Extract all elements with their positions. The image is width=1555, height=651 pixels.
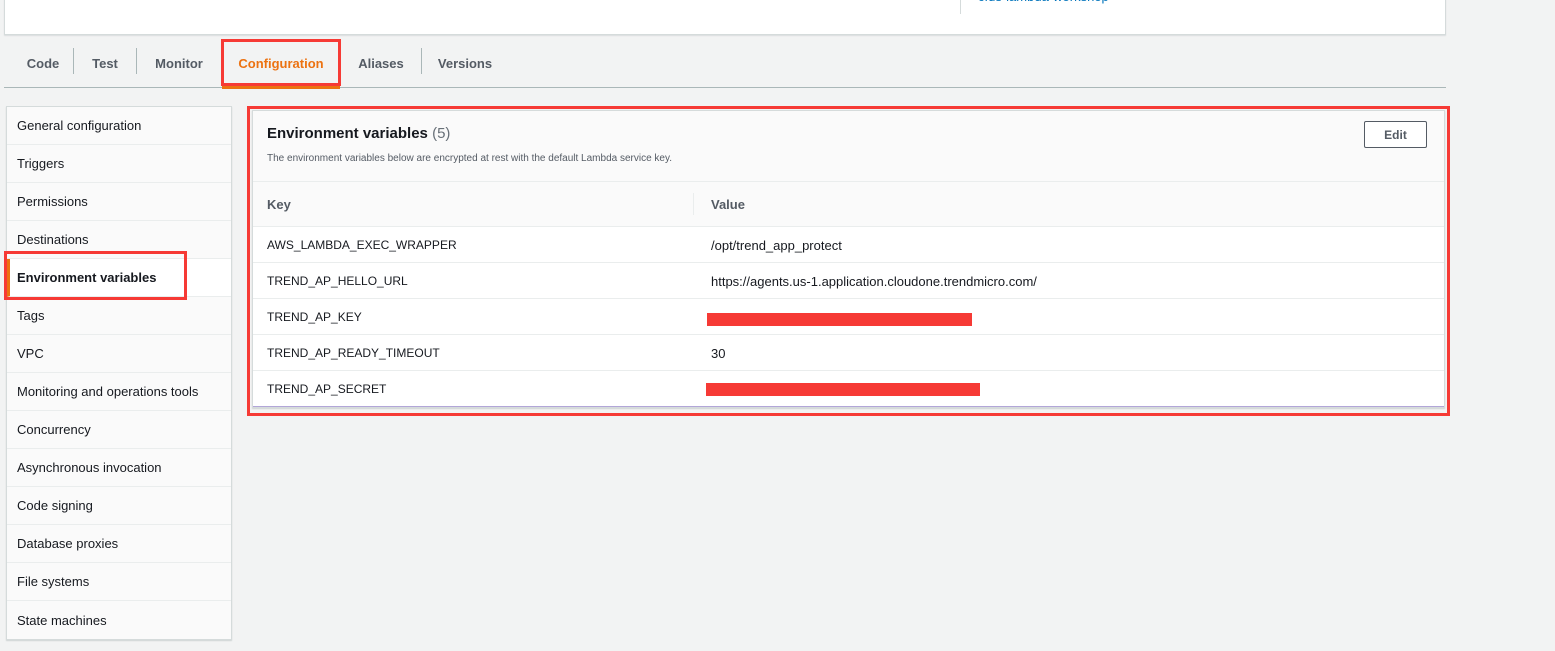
table-row: TREND_AP_KEY [253, 299, 1444, 335]
redaction-bar [706, 382, 980, 396]
sidebar-item-tags[interactable]: Tags [7, 297, 231, 335]
configuration-sidebar: General configuration Triggers Permissio… [6, 106, 232, 640]
panel-description: The environment variables below are encr… [267, 153, 673, 164]
panel-title: Environment variables (5) [267, 125, 450, 142]
table-row: AWS_LAMBDA_EXEC_WRAPPER /opt/trend_app_p… [253, 227, 1444, 263]
sidebar-item-environment-variables[interactable]: Environment variables [7, 259, 231, 297]
sidebar-item-vpc[interactable]: VPC [7, 335, 231, 373]
env-value: 30 [711, 345, 726, 361]
env-key: TREND_AP_KEY [267, 310, 362, 324]
sidebar-item-asynchronous-invocation[interactable]: Asynchronous invocation [7, 449, 231, 487]
tab-configuration[interactable]: Configuration [222, 38, 340, 89]
table-row: TREND_AP_HELLO_URL https://agents.us-1.a… [253, 263, 1444, 299]
sidebar-item-triggers[interactable]: Triggers [7, 145, 231, 183]
redaction-bar [707, 312, 972, 326]
panel-header: Environment variables (5) The environmen… [253, 111, 1444, 182]
column-header-key: Key [267, 197, 291, 212]
tab-test[interactable]: Test [74, 38, 136, 88]
edit-button[interactable]: Edit [1364, 121, 1427, 148]
env-key: TREND_AP_HELLO_URL [267, 274, 408, 288]
sidebar-item-state-machines[interactable]: State machines [7, 601, 231, 639]
variable-count: (5) [432, 125, 451, 142]
function-tabs: Code Test Monitor Configuration Aliases … [4, 38, 1446, 89]
sidebar-item-concurrency[interactable]: Concurrency [7, 411, 231, 449]
redacted-value [706, 371, 980, 407]
sidebar-item-destinations[interactable]: Destinations [7, 221, 231, 259]
table-row: TREND_AP_READY_TIMEOUT 30 [253, 335, 1444, 371]
tab-code[interactable]: Code [9, 38, 77, 88]
sidebar-item-permissions[interactable]: Permissions [7, 183, 231, 221]
table-header: Key Value [253, 182, 1444, 227]
redacted-value [707, 299, 972, 335]
env-value: /opt/trend_app_protect [711, 237, 842, 253]
sidebar-item-monitoring-and-operations-tools[interactable]: Monitoring and operations tools [7, 373, 231, 411]
column-header-value: Value [711, 197, 745, 212]
env-key: TREND_AP_READY_TIMEOUT [267, 346, 440, 360]
card-divider [960, 0, 961, 14]
column-separator [693, 193, 694, 215]
env-key: TREND_AP_SECRET [267, 382, 387, 396]
sidebar-item-code-signing[interactable]: Code signing [7, 487, 231, 525]
environment-variables-panel: Environment variables (5) The environmen… [252, 110, 1445, 408]
tab-aliases[interactable]: Aliases [341, 38, 421, 88]
table-row: TREND_AP_SECRET [253, 371, 1444, 407]
tab-versions[interactable]: Versions [422, 38, 508, 88]
clipped-function-link[interactable]: cfus-lambda-workshop [978, 0, 1109, 4]
function-overview-card: cfus-lambda-workshop [4, 0, 1446, 35]
panel-title-text: Environment variables [267, 125, 428, 142]
sidebar-item-file-systems[interactable]: File systems [7, 563, 231, 601]
sidebar-item-general-configuration[interactable]: General configuration [7, 107, 231, 145]
sidebar-item-database-proxies[interactable]: Database proxies [7, 525, 231, 563]
env-key: AWS_LAMBDA_EXEC_WRAPPER [267, 238, 457, 252]
tab-monitor[interactable]: Monitor [137, 38, 221, 88]
env-value: https://agents.us-1.application.cloudone… [711, 273, 1037, 289]
